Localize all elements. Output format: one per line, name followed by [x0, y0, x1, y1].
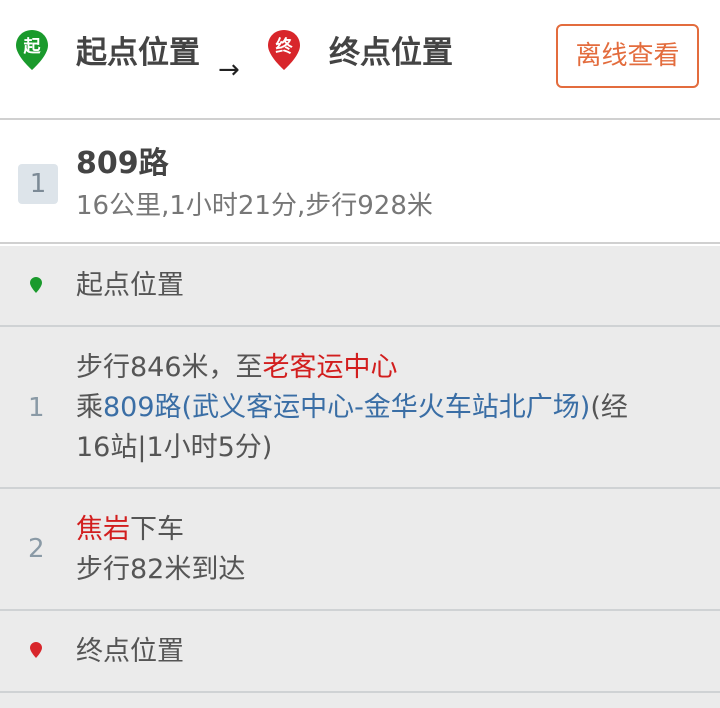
ride-prefix: 乘 — [76, 392, 103, 423]
route-index-badge: 1 — [18, 164, 58, 204]
start-pin-icon: 起 — [15, 29, 49, 71]
offline-view-button[interactable]: 离线查看 — [556, 24, 699, 88]
route-meta: 16公里,1小时21分,步行928米 — [76, 191, 433, 221]
step-alight-text: 焦岩下车 — [76, 510, 696, 550]
step-ride-detail: 16站|1小时5分) — [76, 432, 273, 463]
arrow-right-icon: → — [218, 55, 240, 85]
end-pin-icon: 终 — [267, 29, 301, 71]
step-ride-text: 乘809路(武义客运中心-金华火车站北广场)(经 — [76, 388, 696, 428]
start-location-label[interactable]: 起点位置 — [76, 32, 200, 74]
stop-name: 老客运中心 — [262, 352, 398, 383]
red-dot-icon — [30, 642, 42, 658]
ride-suffix: (经 — [590, 392, 628, 423]
route-name: 809路 — [76, 146, 169, 181]
start-pin-char: 起 — [23, 36, 42, 57]
walk-prefix: 步行846米，至 — [76, 352, 263, 383]
step-walk-text: 步行846米，至老客运中心 — [76, 348, 696, 388]
end-location-label[interactable]: 终点位置 — [329, 32, 453, 74]
green-dot-icon — [30, 277, 42, 293]
step-start-label: 起点位置 — [76, 270, 184, 301]
bus-line-link[interactable]: 809路(武义客运中心-金华火车站北广场) — [103, 392, 590, 423]
step-final-walk: 步行82米到达 — [76, 554, 246, 585]
step-end-label: 终点位置 — [76, 636, 184, 667]
end-pin-char: 终 — [276, 36, 294, 57]
alight-suffix: 下车 — [130, 514, 184, 545]
step-number: 2 — [28, 534, 45, 564]
step-number: 1 — [28, 393, 45, 423]
stop-name: 焦岩 — [76, 514, 130, 545]
